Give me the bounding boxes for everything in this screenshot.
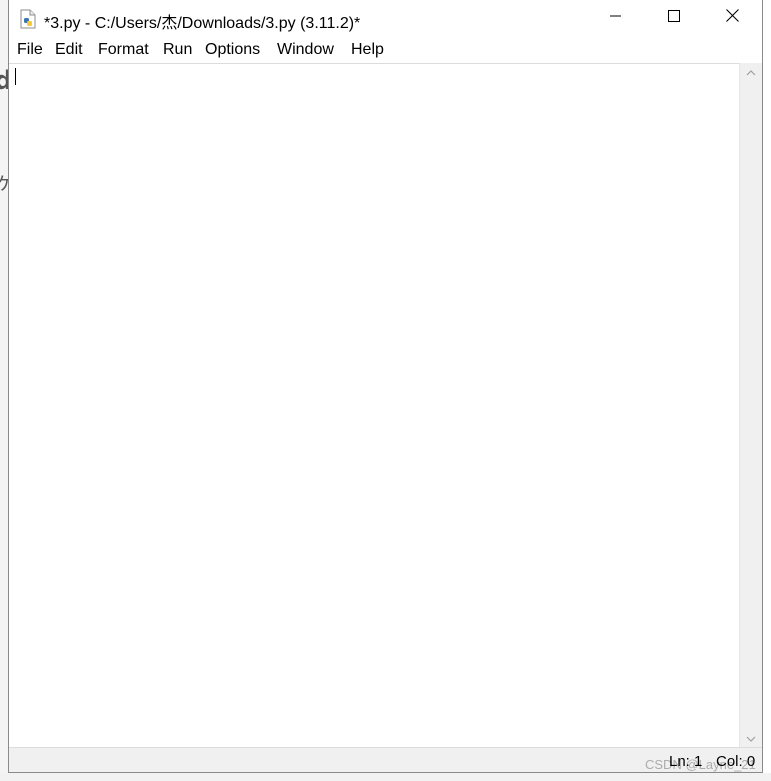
menu-window[interactable]: Window <box>277 41 334 59</box>
status-column-number: Col: 0 <box>716 753 756 770</box>
chevron-down-icon <box>746 729 756 747</box>
maximize-button[interactable] <box>645 0 703 36</box>
text-caret <box>15 68 16 85</box>
menu-edit[interactable]: Edit <box>55 41 83 59</box>
code-editor[interactable] <box>9 63 739 748</box>
status-line-number: Ln: 1 <box>669 753 703 770</box>
vertical-scrollbar[interactable] <box>739 63 762 747</box>
title-bar[interactable]: *3.py - C:/Users/杰/Downloads/3.py (3.11.… <box>9 0 762 36</box>
menu-file[interactable]: File <box>17 41 43 59</box>
scroll-up-button[interactable] <box>740 63 762 81</box>
maximize-icon <box>668 9 680 27</box>
minimize-icon <box>610 9 622 27</box>
menu-options[interactable]: Options <box>205 41 260 59</box>
menu-bar: File Edit Format Run Options Window Help <box>9 36 762 64</box>
status-bar: CSDN @Layne_21 Ln: 1 Col: 0 <box>9 747 762 772</box>
close-button[interactable] <box>703 0 761 36</box>
python-file-icon <box>19 9 37 29</box>
minimize-button[interactable] <box>587 0 645 36</box>
menu-help[interactable]: Help <box>351 41 384 59</box>
menu-run[interactable]: Run <box>163 41 192 59</box>
scroll-down-button[interactable] <box>740 729 762 747</box>
window-title: *3.py - C:/Users/杰/Downloads/3.py (3.11.… <box>44 15 361 32</box>
idle-editor-window: *3.py - C:/Users/杰/Downloads/3.py (3.11.… <box>8 0 763 773</box>
chevron-up-icon <box>746 63 756 81</box>
background-desktop-bottom <box>0 773 771 781</box>
menu-format[interactable]: Format <box>98 41 149 59</box>
close-icon <box>725 9 739 27</box>
